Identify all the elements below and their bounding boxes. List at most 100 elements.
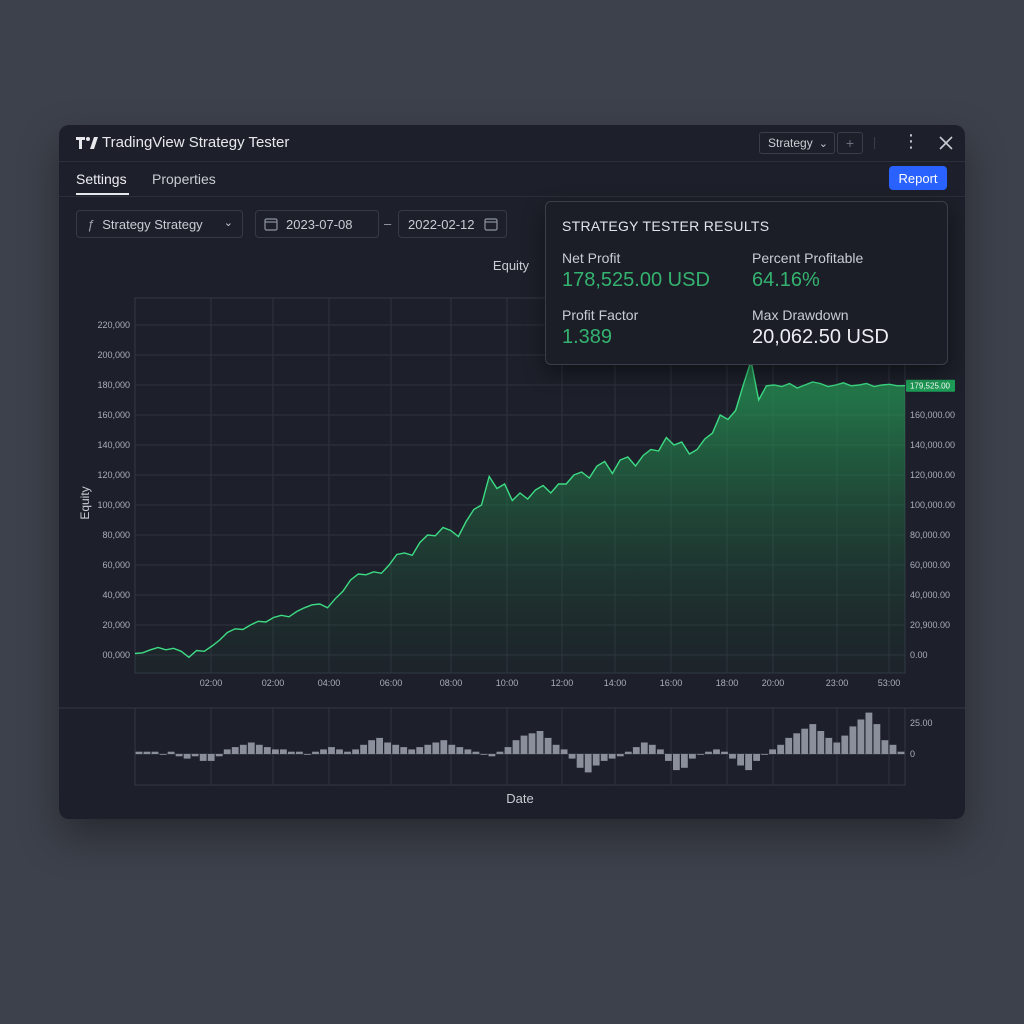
volume-bar — [288, 751, 295, 754]
x-tick-label: 10:00 — [496, 678, 519, 688]
volume-bar — [512, 740, 520, 754]
volume-bar — [616, 754, 624, 757]
volume-bar — [239, 744, 247, 754]
volume-bar — [665, 754, 672, 761]
volume-bar — [328, 747, 335, 754]
volume-bar — [191, 754, 199, 757]
x-tick-label: 23:00 — [826, 678, 849, 688]
percent-profitable-value: 64.16% — [752, 269, 820, 291]
equity-area-fill — [135, 361, 905, 673]
volume-bar — [336, 749, 343, 754]
volume-bar — [247, 742, 255, 754]
volume-bar — [272, 749, 279, 754]
volume-bar — [215, 754, 223, 757]
volume-bar — [488, 754, 496, 757]
max-drawdown-label: Max Drawdown — [752, 307, 849, 323]
y-tick-label-right: 20,900.00 — [910, 620, 950, 630]
y-tick-label-right: 40,000.00 — [910, 590, 950, 600]
volume-bar — [769, 749, 776, 754]
volume-bar — [143, 751, 151, 754]
volume-bar — [721, 751, 728, 754]
volume-bar — [496, 751, 504, 754]
volume-bar — [400, 747, 408, 754]
y-tick-label-right: 0.00 — [910, 650, 928, 660]
volume-bar — [801, 728, 809, 754]
x-axis-ticks: 02:00 02:00 04:00 06:00 08:00 10:00 12:00 14:00… — [200, 678, 901, 688]
y-tick-label-left: 120,000 — [97, 470, 130, 480]
volume-bar — [632, 747, 640, 754]
y-tick-label-left: 160,000 — [97, 410, 130, 420]
y-tick-label-left: 20,000 — [102, 620, 130, 630]
volume-bar — [640, 742, 648, 754]
volume-bar — [384, 742, 391, 754]
volume-bar — [753, 754, 760, 761]
volume-bar — [223, 749, 231, 754]
volume-bar — [897, 751, 905, 754]
volume-bar — [673, 754, 680, 771]
volume-bar — [296, 751, 303, 754]
volume-bar — [833, 742, 841, 754]
volume-bar — [135, 751, 143, 754]
volume-bar — [841, 735, 849, 754]
volume-bar — [263, 747, 271, 754]
y-tick-label-right: 60,000.00 — [910, 560, 950, 570]
volume-bar — [809, 724, 817, 754]
x-tick-label: 18:00 — [716, 678, 739, 688]
volume-bar — [689, 754, 696, 759]
y-tick-label-left: 180,000 — [97, 380, 130, 390]
volume-bar — [729, 754, 736, 759]
results-title: STRATEGY TESTER RESULTS — [562, 218, 770, 234]
volume-bar — [464, 749, 472, 754]
last-value-marker: 179,525.00 — [906, 379, 955, 392]
volume-bar — [761, 754, 768, 755]
x-tick-label: 04:00 — [318, 678, 341, 688]
volume-bar — [175, 754, 183, 757]
volume-bar — [873, 724, 881, 754]
volume-bar — [608, 754, 616, 759]
volume-bar — [416, 747, 424, 754]
volume-bar — [817, 731, 825, 754]
last-value-text: 179,525.00 — [910, 382, 951, 391]
volume-bar — [584, 754, 592, 773]
volume-bar — [183, 754, 191, 759]
x-tick-label: 20:00 — [762, 678, 785, 688]
volume-bar — [536, 731, 544, 754]
volume-bar — [624, 751, 632, 754]
volume-bar — [151, 751, 159, 754]
volume-bar — [785, 737, 793, 754]
strategy-results-panel: STRATEGY TESTER RESULTS Net Profit 178,5… — [545, 201, 948, 365]
volume-bar — [352, 749, 359, 754]
percent-profitable-label: Percent Profitable — [752, 250, 864, 266]
y-tick-label-right: 120,000.00 — [910, 470, 955, 480]
volume-bar — [440, 740, 448, 754]
volume-bar — [504, 747, 512, 754]
y-tick-label-left: 220,000 — [97, 320, 130, 330]
x-tick-label: 14:00 — [604, 678, 627, 688]
volume-bar — [199, 754, 207, 761]
volume-bar — [544, 737, 552, 754]
volume-bar — [408, 749, 416, 754]
volume-bar — [681, 754, 688, 768]
volume-bar — [368, 740, 375, 754]
volume-bar — [849, 726, 857, 754]
volume-bar — [881, 740, 889, 754]
net-profit-value: 178,525.00 USD — [562, 269, 710, 291]
volume-bar — [472, 751, 480, 754]
volume-bar — [320, 749, 327, 754]
strategy-tester-window: TradingView Strategy Tester Strategy ⌄ +… — [59, 125, 965, 819]
y-tick-label-left: 100,000 — [97, 500, 130, 510]
volume-bar — [344, 751, 351, 754]
volume-bar — [576, 754, 584, 768]
volume-bar — [713, 749, 720, 754]
volume-bar — [657, 749, 664, 754]
volume-bar — [592, 754, 600, 766]
y-tick-label-right: 160,000.00 — [910, 410, 955, 420]
net-profit-label: Net Profit — [562, 250, 621, 266]
volume-bar — [865, 712, 873, 754]
volume-bar — [697, 754, 704, 755]
volume-bar — [745, 754, 752, 771]
volume-bar — [705, 751, 712, 754]
volume-bar — [167, 751, 175, 754]
x-axis-label: Date — [506, 791, 533, 806]
y-tick-label-right: 80,000.00 — [910, 530, 950, 540]
